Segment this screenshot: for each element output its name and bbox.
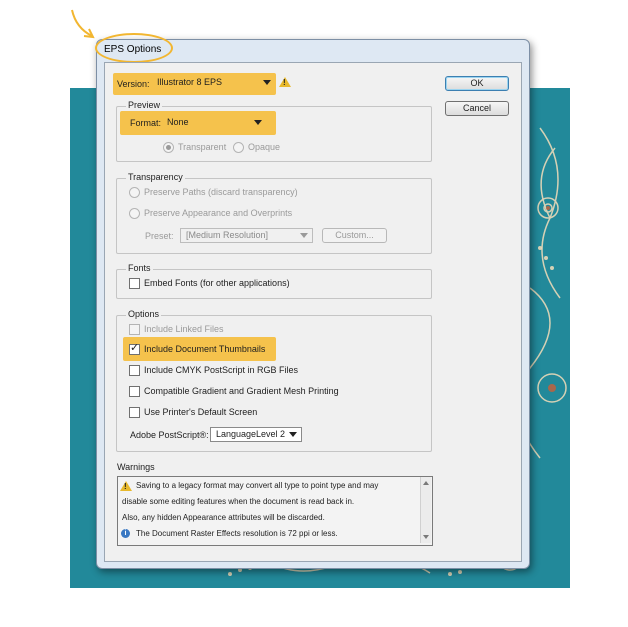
- scroll-down-icon[interactable]: [423, 535, 429, 539]
- checkbox-icon: [129, 365, 140, 376]
- warning-line-4: The Document Raster Effects resolution i…: [136, 529, 338, 538]
- format-dropdown[interactable]: None: [162, 116, 266, 131]
- include-thumbnails-label: Include Document Thumbnails: [144, 344, 266, 354]
- compatible-gradient-label: Compatible Gradient and Gradient Mesh Pr…: [144, 386, 339, 396]
- printer-screen-label: Use Printer's Default Screen: [144, 407, 258, 417]
- postscript-dropdown[interactable]: LanguageLevel 2: [210, 427, 302, 442]
- postscript-value: LanguageLevel 2: [216, 429, 286, 439]
- version-label: Version:: [117, 79, 150, 89]
- opaque-radio-label: Opaque: [248, 142, 281, 152]
- preserve-appearance-label: Preserve Appearance and Overprints: [144, 208, 293, 218]
- version-dropdown[interactable]: Illustrator 8 EPS: [152, 76, 275, 91]
- radio-icon: [233, 142, 244, 153]
- chevron-down-icon: [289, 432, 297, 437]
- checkmark-icon: ✓: [130, 342, 140, 354]
- warning-line-3: Also, any hidden Appearance attributes w…: [122, 513, 325, 522]
- include-linked-label: Include Linked Files: [144, 324, 224, 334]
- annotation-arrow-icon: [71, 9, 95, 39]
- chevron-down-icon: [263, 80, 271, 85]
- warning-icon: !: [279, 77, 291, 89]
- ok-button[interactable]: OK: [445, 76, 509, 91]
- fonts-group-title: Fonts: [126, 263, 153, 273]
- warnings-title: Warnings: [117, 462, 155, 472]
- scroll-up-icon[interactable]: [423, 481, 429, 485]
- version-value: Illustrator 8 EPS: [157, 77, 223, 87]
- chevron-down-icon: [254, 120, 262, 125]
- custom-button[interactable]: Custom...: [322, 228, 387, 243]
- format-label: Format:: [130, 118, 162, 128]
- checkbox-icon: [129, 407, 140, 418]
- transparency-group-title: Transparency: [126, 172, 185, 182]
- options-group-title: Options: [126, 309, 162, 319]
- chevron-down-icon: [300, 233, 308, 238]
- preview-group-title: Preview: [126, 100, 163, 110]
- info-icon: i: [121, 529, 130, 538]
- preset-dropdown[interactable]: [Medium Resolution]: [180, 228, 313, 243]
- format-value: None: [167, 117, 189, 127]
- warning-icon: !: [120, 481, 132, 492]
- preset-value: [Medium Resolution]: [186, 230, 269, 240]
- postscript-label: Adobe PostScript®:: [130, 430, 209, 440]
- radio-icon: [163, 142, 174, 153]
- checkbox-icon: [129, 386, 140, 397]
- embed-fonts-label: Embed Fonts (for other applications): [144, 278, 290, 288]
- checkbox-icon: [129, 324, 140, 335]
- checkbox-icon: [129, 278, 140, 289]
- preset-label: Preset:: [145, 231, 174, 241]
- warning-line-2: disable some editing features when the d…: [122, 497, 355, 506]
- dialog-title: EPS Options: [104, 44, 162, 55]
- preserve-paths-label: Preserve Paths (discard transparency): [144, 187, 298, 197]
- radio-icon: [129, 208, 140, 219]
- include-cmyk-label: Include CMYK PostScript in RGB Files: [144, 365, 299, 375]
- warnings-scrollbar[interactable]: [420, 477, 431, 543]
- transparent-radio-label: Transparent: [178, 142, 227, 152]
- radio-icon: [129, 187, 140, 198]
- warning-line-1: Saving to a legacy format may convert al…: [136, 481, 379, 490]
- cancel-button[interactable]: Cancel: [445, 101, 509, 116]
- checkbox-icon: ✓: [129, 342, 140, 355]
